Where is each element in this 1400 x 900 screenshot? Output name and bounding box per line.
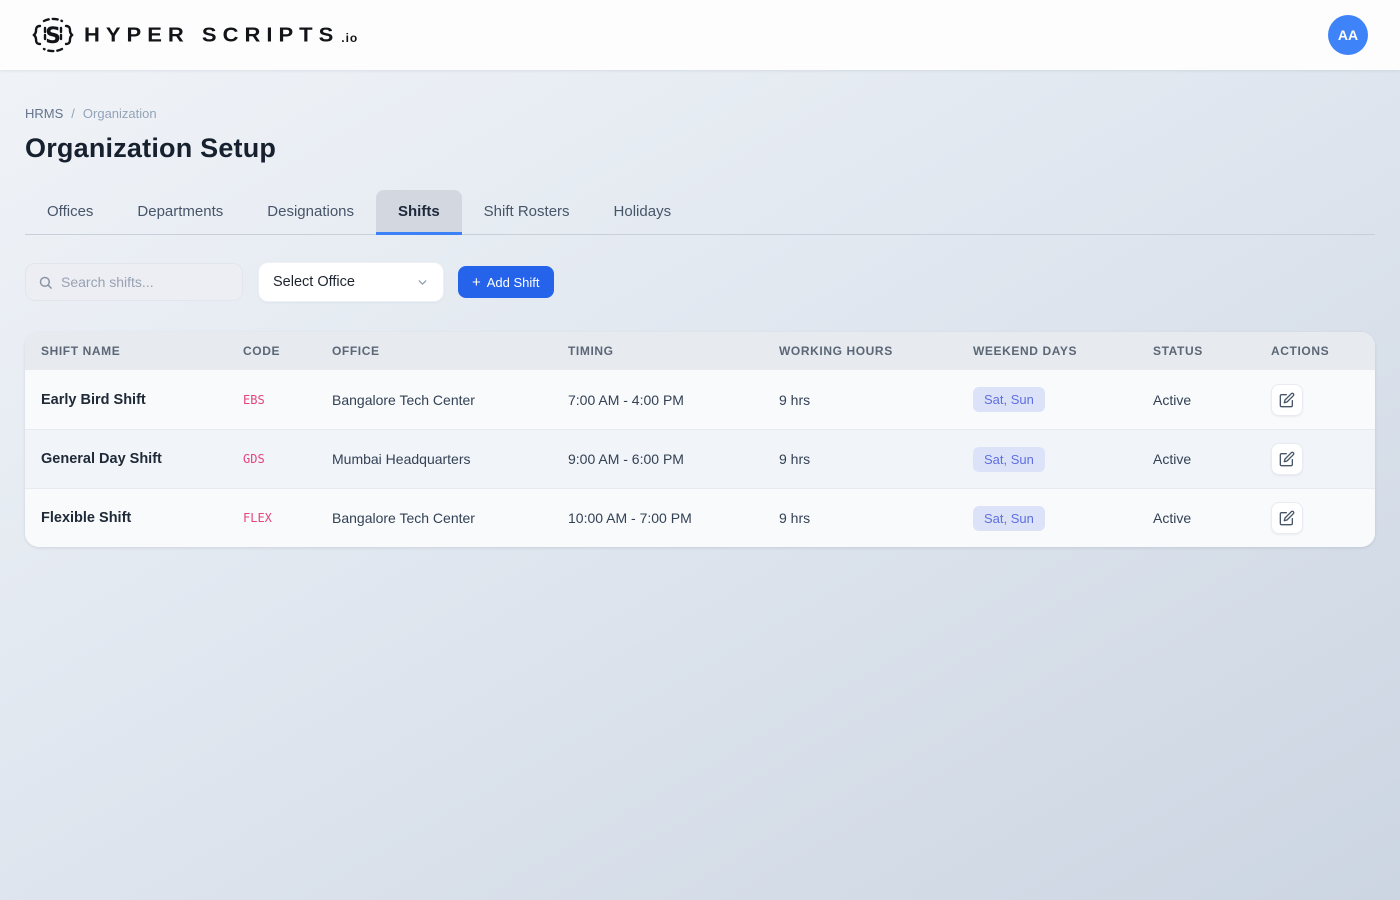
search-box[interactable] <box>25 263 243 301</box>
edit-shift-button[interactable] <box>1271 443 1303 475</box>
brand-logo: S HYPER SCRIPTS .io <box>32 14 358 56</box>
edit-icon <box>1279 392 1295 408</box>
edit-shift-button[interactable] <box>1271 384 1303 416</box>
tab-offices[interactable]: Offices <box>25 190 115 235</box>
tab-designations[interactable]: Designations <box>245 190 376 235</box>
cell-office: Mumbai Headquarters <box>332 451 568 467</box>
table-row: Early Bird Shift EBS Bangalore Tech Cent… <box>25 370 1375 429</box>
cell-status: Active <box>1153 451 1271 467</box>
shifts-toolbar: Select Office + Add Shift <box>25 262 1375 302</box>
edit-shift-button[interactable] <box>1271 502 1303 534</box>
weekend-days-badge: Sat, Sun <box>973 506 1045 531</box>
cell-status: Active <box>1153 510 1271 526</box>
cell-actions <box>1271 384 1359 416</box>
col-working-hours: Working Hours <box>779 344 973 358</box>
svg-text:S: S <box>45 24 61 49</box>
page-title: Organization Setup <box>25 133 1375 164</box>
edit-icon <box>1279 510 1295 526</box>
office-select-value: Select Office <box>273 274 355 290</box>
cell-actions <box>1271 443 1359 475</box>
shifts-table: Shift Name Code Office Timing Working Ho… <box>25 332 1375 547</box>
cell-code: GDS <box>243 452 332 466</box>
cell-timing: 7:00 AM - 4:00 PM <box>568 392 779 408</box>
cell-actions <box>1271 502 1359 534</box>
edit-icon <box>1279 451 1295 467</box>
cell-working-hours: 9 hrs <box>779 451 973 467</box>
main-content: HRMS / Organization Organization Setup O… <box>0 106 1400 547</box>
add-shift-button[interactable]: + Add Shift <box>458 266 554 298</box>
col-office: Office <box>332 344 568 358</box>
col-shift-name: Shift Name <box>41 344 243 358</box>
col-actions: Actions <box>1271 344 1359 358</box>
cell-office: Bangalore Tech Center <box>332 392 568 408</box>
breadcrumb-hrms[interactable]: HRMS <box>25 106 63 121</box>
brand-suffix: .io <box>341 31 358 45</box>
user-avatar[interactable]: AA <box>1328 15 1368 55</box>
cell-status: Active <box>1153 392 1271 408</box>
cell-shift-name: Flexible Shift <box>41 510 243 526</box>
weekend-days-badge: Sat, Sun <box>973 387 1045 412</box>
table-header-row: Shift Name Code Office Timing Working Ho… <box>25 332 1375 370</box>
breadcrumb-separator: / <box>71 106 75 121</box>
office-select[interactable]: Select Office <box>258 262 444 302</box>
cell-weekend-days: Sat, Sun <box>973 387 1153 412</box>
cell-working-hours: 9 hrs <box>779 510 973 526</box>
cell-timing: 9:00 AM - 6:00 PM <box>568 451 779 467</box>
search-input[interactable] <box>61 274 230 290</box>
tab-shift-rosters[interactable]: Shift Rosters <box>462 190 592 235</box>
col-code: Code <box>243 344 332 358</box>
search-icon <box>38 275 53 290</box>
col-weekend-days: Weekend Days <box>973 344 1153 358</box>
col-status: Status <box>1153 344 1271 358</box>
add-shift-label: Add Shift <box>487 275 540 290</box>
brand-emblem-icon: S <box>32 14 74 56</box>
cell-shift-name: Early Bird Shift <box>41 392 243 408</box>
breadcrumb: HRMS / Organization <box>25 106 1375 121</box>
cell-weekend-days: Sat, Sun <box>973 447 1153 472</box>
cell-code: FLEX <box>243 511 332 525</box>
tab-departments[interactable]: Departments <box>115 190 245 235</box>
weekend-days-badge: Sat, Sun <box>973 447 1045 472</box>
brand-name: HYPER SCRIPTS <box>84 23 339 47</box>
tab-shifts[interactable]: Shifts <box>376 190 462 235</box>
table-row: General Day Shift GDS Mumbai Headquarter… <box>25 429 1375 488</box>
top-bar: S HYPER SCRIPTS .io AA <box>0 0 1400 70</box>
cell-weekend-days: Sat, Sun <box>973 506 1153 531</box>
cell-code: EBS <box>243 393 332 407</box>
table-body: Early Bird Shift EBS Bangalore Tech Cent… <box>25 370 1375 547</box>
chevron-down-icon <box>416 276 429 289</box>
cell-working-hours: 9 hrs <box>779 392 973 408</box>
tab-bar: Offices Departments Designations Shifts … <box>25 190 1375 235</box>
cell-office: Bangalore Tech Center <box>332 510 568 526</box>
cell-shift-name: General Day Shift <box>41 451 243 467</box>
cell-timing: 10:00 AM - 7:00 PM <box>568 510 779 526</box>
plus-icon: + <box>472 275 481 290</box>
breadcrumb-organization: Organization <box>83 106 157 121</box>
col-timing: Timing <box>568 344 779 358</box>
table-row: Flexible Shift FLEX Bangalore Tech Cente… <box>25 488 1375 547</box>
tab-holidays[interactable]: Holidays <box>592 190 694 235</box>
